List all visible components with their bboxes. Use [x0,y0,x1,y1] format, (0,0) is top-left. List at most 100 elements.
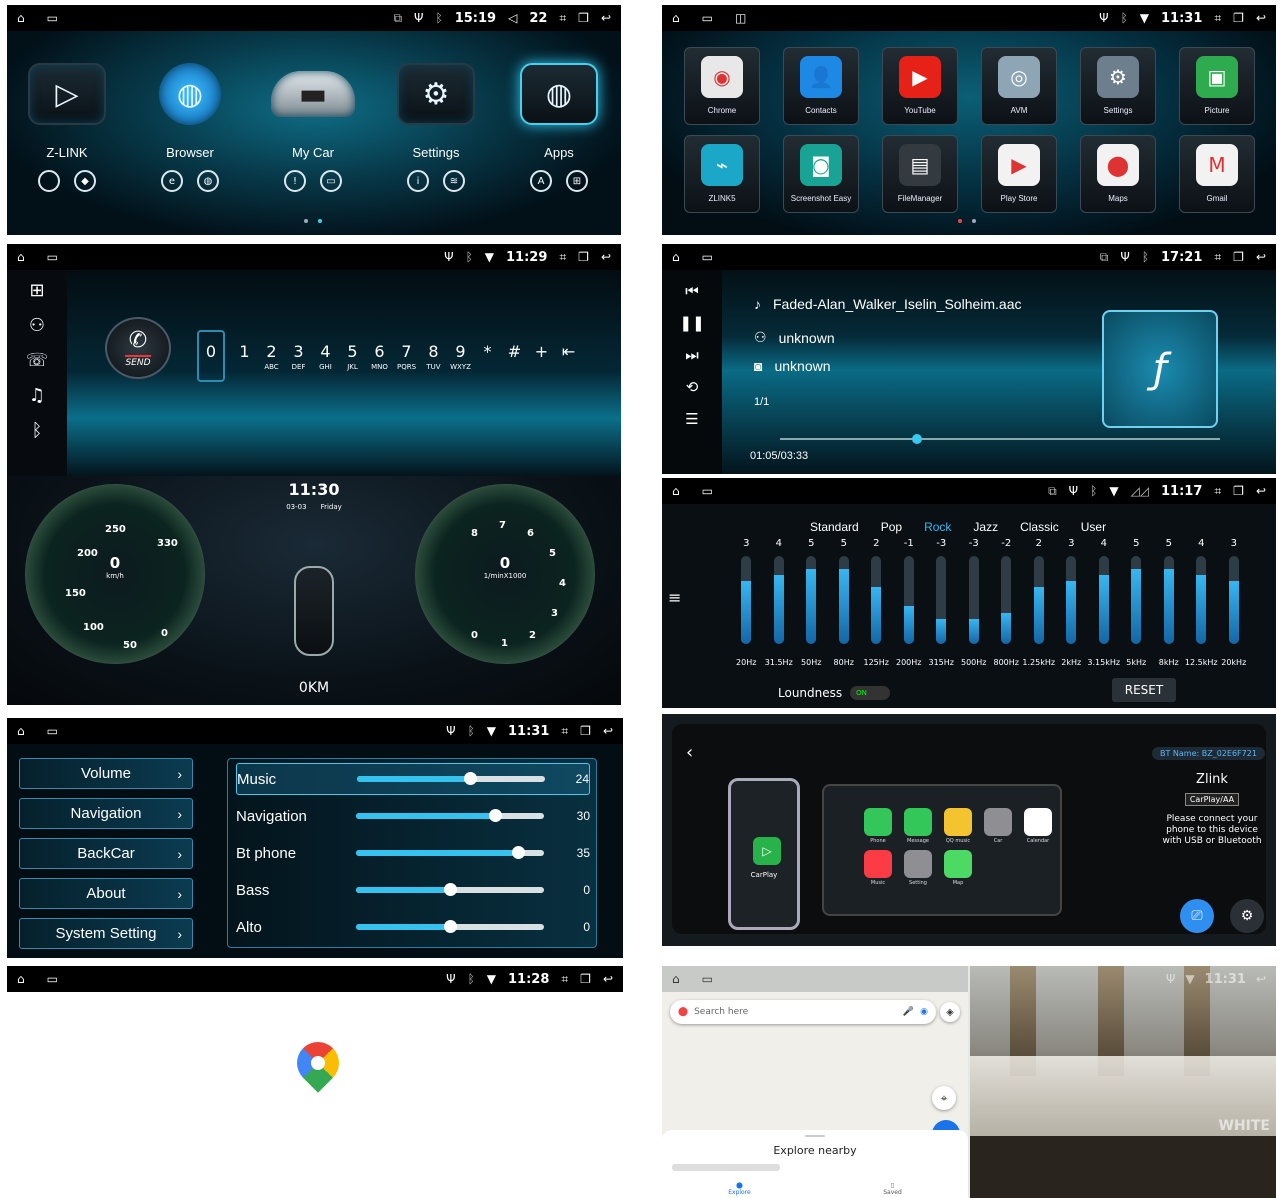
band-slider[interactable] [1131,556,1142,644]
dial-key[interactable]: * [474,342,501,371]
app-tile[interactable]: M Gmail [1179,135,1255,213]
eq-preset-jazz[interactable]: Jazz [973,520,998,534]
bluetooth-icon[interactable]: ᛒ [32,420,43,441]
back-icon[interactable]: ↩ [1256,972,1266,986]
back-icon[interactable]: ↩ [603,973,613,985]
dial-key-0[interactable]: 0 [197,330,225,382]
recent-apps-icon[interactable]: ▭ [702,251,713,263]
band-slider[interactable] [1066,556,1077,644]
app-tile[interactable]: ▣ Picture [1179,47,1255,125]
eq-preset-pop[interactable]: Pop [881,520,902,534]
home-icon[interactable]: ⌂ [17,725,25,737]
apps-grid-icon[interactable]: ⊞ [566,170,588,192]
music-icon[interactable]: ♫ [29,385,45,406]
back-icon[interactable]: ↩ [601,12,611,24]
mic-icon[interactable]: 🎤 [903,1007,914,1017]
back-icon[interactable]: ↩ [603,725,613,737]
dial-key[interactable]: 2 ABC [258,342,285,371]
playlist-icon[interactable]: ☰ [685,410,698,428]
band-slider[interactable] [838,556,849,644]
screenshot-icon[interactable]: ⌗ [559,251,566,263]
settings-menu-system-setting[interactable]: System Setting › [19,918,193,949]
multitask-icon[interactable]: ❐ [1233,12,1244,24]
recent-apps-icon[interactable]: ▭ [47,251,58,263]
band-slider[interactable] [968,556,979,644]
band-slider[interactable] [1001,556,1012,644]
app-apps[interactable]: ◍ Apps A ⊞ [499,63,619,192]
multitask-icon[interactable]: ❐ [1233,485,1244,497]
app-zlink[interactable]: ▷ Z-LINK ◆ [7,63,127,192]
volume-icon[interactable]: ◁ [508,12,517,24]
keypad-icon[interactable]: ⊞ [29,280,44,301]
band-slider[interactable] [806,556,817,644]
progress-handle[interactable] [912,434,922,444]
eq-preset-classic[interactable]: Classic [1020,520,1059,534]
font-icon[interactable]: A [530,170,552,192]
back-icon[interactable]: ↩ [601,251,611,263]
account-icon[interactable]: ◉ [920,1007,928,1017]
app-tile[interactable]: ⌁ ZLINK5 [684,135,760,213]
nav-saved[interactable]: ▯ Saved [883,1182,902,1196]
browser-e-icon[interactable]: e [161,170,183,192]
my-location-icon[interactable]: ⌖ [932,1086,956,1110]
home-icon[interactable]: ⌂ [17,12,25,24]
back-icon[interactable]: ↩ [1256,12,1266,24]
recent-apps-icon[interactable]: ▭ [702,973,713,985]
volume-handle[interactable] [511,846,525,859]
multitask-icon[interactable]: ❐ [578,12,589,24]
multitask-icon[interactable]: ❐ [1233,251,1244,263]
progress-bar[interactable] [780,434,1220,444]
multitask-icon[interactable]: ❐ [580,725,591,737]
screenshot-icon[interactable]: ⌗ [1214,12,1221,24]
tire-pressure-icon[interactable]: ! [284,170,306,192]
band-slider[interactable] [903,556,914,644]
apple-icon[interactable] [38,170,60,192]
app-tile[interactable]: ◙ Screenshot Easy [783,135,859,213]
previous-icon[interactable]: ⏮ [685,282,699,300]
next-icon[interactable]: ⏭ [685,346,699,364]
nav-explore[interactable]: ⬤ Explore [728,1182,751,1196]
volume-slider[interactable] [357,772,545,785]
settings-menu-backcar[interactable]: BackCar › [19,838,193,869]
screenshot-icon[interactable]: ⌗ [1214,485,1221,497]
home-icon[interactable]: ⌂ [17,973,25,985]
send-call-button[interactable]: ✆ SEND [105,317,171,379]
multitask-icon[interactable]: ❐ [580,973,591,985]
volume-handle[interactable] [444,920,457,933]
map-view[interactable]: ⬤ Search here 🎤 ◉ ◈ ⌖ GO Explore nearby … [662,992,968,1198]
screenshot-icon[interactable]: ⌗ [559,12,566,24]
dial-key[interactable]: 6 MNO [366,342,393,371]
layers-icon[interactable]: ◈ [940,1002,960,1022]
band-slider[interactable] [1163,556,1174,644]
pause-icon[interactable]: ❚❚ [679,314,704,332]
recent-apps-icon[interactable]: ▭ [702,12,713,24]
contacts-icon[interactable]: ⚇ [29,315,45,336]
eq-preset-user[interactable]: User [1081,520,1106,534]
dial-key[interactable]: 9 WXYZ [447,342,474,371]
back-icon[interactable]: ↩ [1256,251,1266,263]
recent-apps-icon[interactable]: ▭ [47,725,58,737]
home-icon[interactable]: ⌂ [672,251,680,263]
app-my-car[interactable]: ▬ My Car ! ▭ [253,63,373,192]
home-icon[interactable]: ⌂ [17,251,25,263]
band-slider[interactable] [1196,556,1207,644]
bottom-sheet[interactable]: Explore nearby ⬤ Explore ▯ Saved [662,1130,968,1198]
globe-small-icon[interactable]: ◍ [197,170,219,192]
app-settings[interactable]: ⚙ Settings i ≋ [376,63,496,192]
sheet-handle[interactable] [805,1135,825,1137]
settings-menu-navigation[interactable]: Navigation › [19,798,193,829]
dial-key[interactable]: 4 GHI [312,342,339,371]
home-icon[interactable]: ⌂ [672,973,680,985]
wifi-icon[interactable]: ≋ [443,170,465,192]
call-log-icon[interactable]: ☏ [26,350,49,371]
volume-handle[interactable] [489,809,503,822]
reset-button[interactable]: RESET [1112,678,1176,702]
backspace-icon[interactable]: ⇤ [555,330,582,361]
app-tile[interactable]: ⚙ Settings [1080,47,1156,125]
screenshot-icon[interactable]: ⌗ [561,973,568,985]
band-slider[interactable] [871,556,882,644]
dial-key[interactable]: + [528,342,555,371]
dial-key[interactable]: 5 JKL [339,342,366,371]
repeat-all-icon[interactable]: ⟲ [686,378,699,396]
band-slider[interactable] [1033,556,1044,644]
